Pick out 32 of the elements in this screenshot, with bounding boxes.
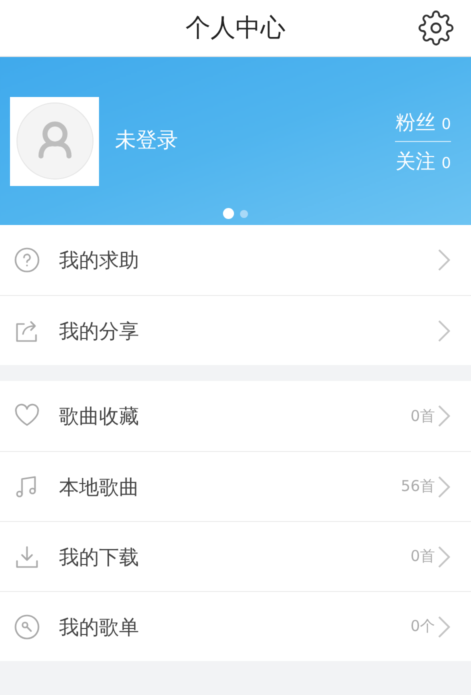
menu-item[interactable]: 我的歌单 0个 <box>0 591 471 661</box>
disc-icon <box>14 614 40 640</box>
menu-label: 我的歌单 <box>59 614 140 640</box>
item-count: 0首 <box>410 406 435 427</box>
heart-icon <box>14 403 40 429</box>
chevron-right-icon <box>437 318 451 342</box>
stat-count: 0 <box>441 152 451 174</box>
menu-label: 歌曲收藏 <box>59 403 140 430</box>
menu-label: 我的分享 <box>59 318 140 344</box>
menu-item[interactable]: 我的分享 <box>0 295 471 365</box>
settings-icon <box>418 10 454 46</box>
user-icon <box>14 101 94 181</box>
menu-label: 我的求助 <box>59 247 140 274</box>
menu-label: 我的下载 <box>59 544 140 570</box>
item-count: 0首 <box>410 546 435 568</box>
menu-item[interactable]: 我的下载 0首 <box>0 521 471 591</box>
item-count: 0个 <box>410 616 435 638</box>
chevron-right-icon <box>437 474 451 498</box>
settings-button[interactable] <box>417 9 455 47</box>
menu-item[interactable]: 我的求助 <box>0 225 471 295</box>
download-icon <box>14 544 40 570</box>
chevron-right-icon <box>437 404 451 428</box>
item-count: 56首 <box>400 476 435 498</box>
stat-count: 0 <box>441 114 451 134</box>
page-title: 个人中心 <box>186 12 286 44</box>
help-icon <box>14 247 40 273</box>
chevron-right-icon <box>437 248 451 272</box>
menu-label: 本地歌曲 <box>59 474 140 500</box>
chevron-right-icon <box>437 544 451 568</box>
menu-item[interactable]: 本地歌曲 56首 <box>0 451 471 521</box>
chevron-right-icon <box>437 614 451 638</box>
menu-item[interactable]: 歌曲收藏 0首 <box>0 381 471 451</box>
